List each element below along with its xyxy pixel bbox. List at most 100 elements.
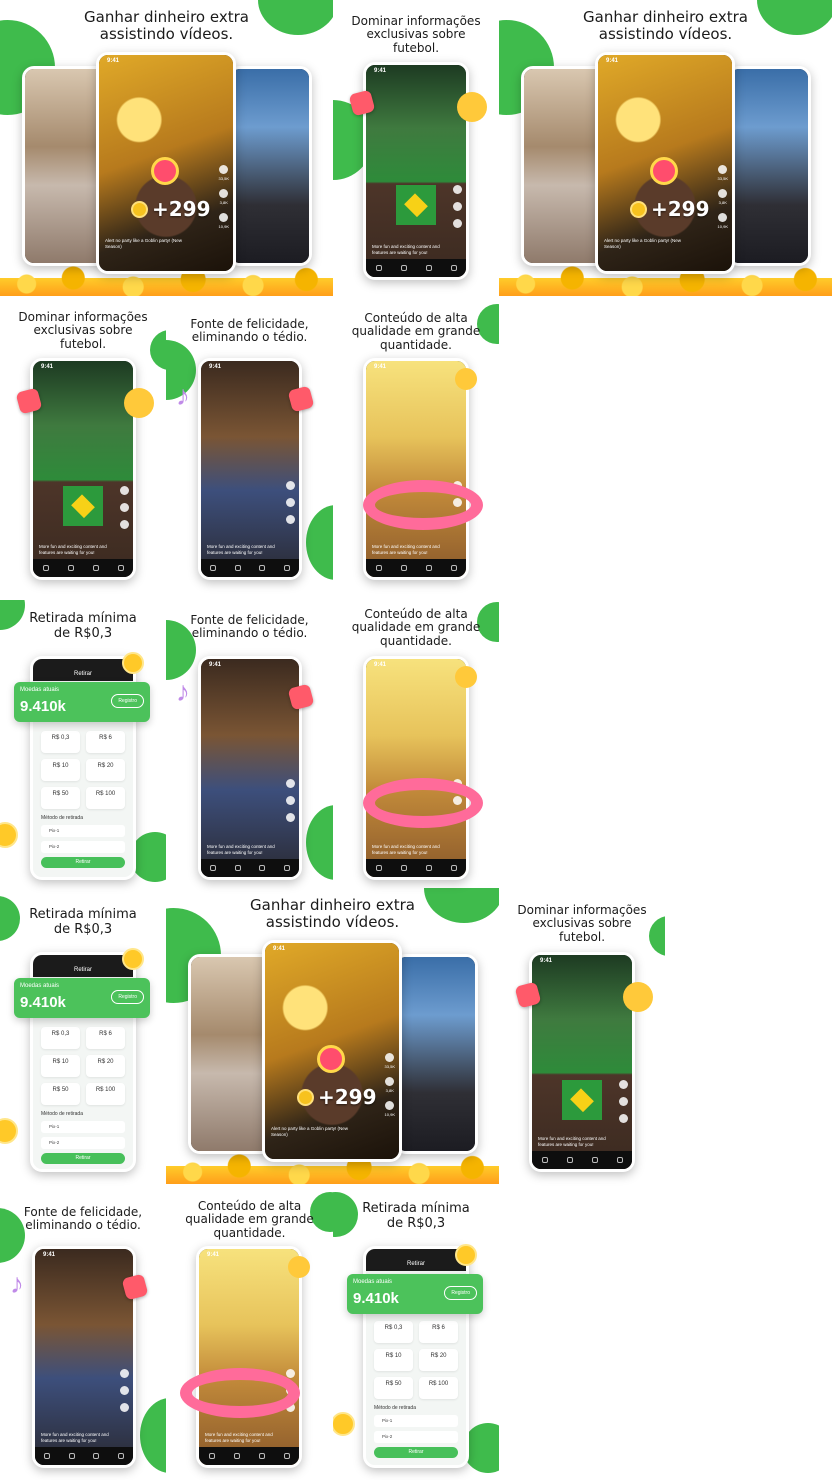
comment-icon[interactable] xyxy=(718,189,728,198)
amount-option[interactable]: R$ 20 xyxy=(86,759,125,781)
comment-icon[interactable] xyxy=(286,796,295,805)
comment-icon[interactable] xyxy=(619,1097,628,1106)
amount-option[interactable]: R$ 100 xyxy=(86,1083,125,1105)
like-icon[interactable] xyxy=(718,165,728,174)
nav-earn-icon[interactable] xyxy=(93,1453,100,1459)
comment-icon[interactable] xyxy=(120,503,129,512)
withdraw-button[interactable]: Retirar xyxy=(41,857,125,868)
side-actions xyxy=(286,779,295,822)
like-icon[interactable] xyxy=(385,1053,395,1062)
nav-mine-icon[interactable] xyxy=(450,565,457,571)
nav-mine-icon[interactable] xyxy=(616,1157,623,1163)
nav-recommend-icon[interactable] xyxy=(400,265,407,271)
amount-option[interactable]: R$ 50 xyxy=(41,787,80,809)
amount-option[interactable]: R$ 100 xyxy=(86,787,125,809)
method-option[interactable]: Pix-1 xyxy=(41,1121,125,1133)
nav-earn-icon[interactable] xyxy=(425,565,432,571)
method-option[interactable]: Pix-2 xyxy=(41,841,125,853)
share-icon[interactable] xyxy=(120,520,129,529)
like-icon[interactable] xyxy=(286,481,295,490)
amount-option[interactable]: R$ 6 xyxy=(86,1027,125,1049)
status-time: 9:41 xyxy=(374,364,387,370)
comment-icon[interactable] xyxy=(385,1077,395,1086)
amount-option[interactable]: R$ 20 xyxy=(419,1349,458,1371)
nav-video-icon[interactable] xyxy=(375,865,382,871)
amount-option[interactable]: R$ 10 xyxy=(41,759,80,781)
red-envelope-icon[interactable] xyxy=(317,1045,345,1073)
nav-mine-icon[interactable] xyxy=(117,565,124,571)
nav-recommend-icon[interactable] xyxy=(400,865,407,871)
nav-video-icon[interactable] xyxy=(210,565,217,571)
like-icon[interactable] xyxy=(286,779,295,788)
amount-option[interactable]: R$ 50 xyxy=(374,1377,413,1399)
share-icon[interactable] xyxy=(718,213,728,222)
record-button[interactable]: Registro xyxy=(444,1286,477,1300)
nav-earn-icon[interactable] xyxy=(92,565,99,571)
comment-icon[interactable] xyxy=(453,202,462,211)
nav-mine-icon[interactable] xyxy=(283,865,290,871)
nav-mine-icon[interactable] xyxy=(283,1453,290,1459)
amount-option[interactable]: R$ 6 xyxy=(86,731,125,753)
method-option[interactable]: Pix-1 xyxy=(374,1415,458,1427)
amount-option[interactable]: R$ 0,3 xyxy=(41,731,80,753)
nav-recommend-icon[interactable] xyxy=(233,1453,240,1459)
record-button[interactable]: Registro xyxy=(111,694,144,708)
nav-recommend-icon[interactable] xyxy=(67,565,74,571)
nav-earn-icon[interactable] xyxy=(258,1453,265,1459)
nav-mine-icon[interactable] xyxy=(283,565,290,571)
amount-option[interactable]: R$ 10 xyxy=(41,1055,80,1077)
nav-mine-icon[interactable] xyxy=(450,865,457,871)
nav-video-icon[interactable] xyxy=(375,565,382,571)
like-icon[interactable] xyxy=(120,486,129,495)
share-icon[interactable] xyxy=(385,1101,395,1110)
comment-icon[interactable] xyxy=(120,1386,129,1395)
nav-recommend-icon[interactable] xyxy=(68,1453,75,1459)
method-option[interactable]: Pix-1 xyxy=(41,825,125,837)
share-icon[interactable] xyxy=(619,1114,628,1123)
nav-recommend-icon[interactable] xyxy=(566,1157,573,1163)
red-envelope-icon[interactable] xyxy=(650,157,678,185)
nav-video-icon[interactable] xyxy=(210,865,217,871)
like-icon[interactable] xyxy=(286,1369,295,1378)
share-icon[interactable] xyxy=(120,1403,129,1412)
amount-option[interactable]: R$ 6 xyxy=(419,1321,458,1343)
nav-recommend-icon[interactable] xyxy=(234,565,241,571)
nav-mine-icon[interactable] xyxy=(117,1453,124,1459)
withdraw-button[interactable]: Retirar xyxy=(41,1153,125,1164)
like-icon[interactable] xyxy=(219,165,229,174)
method-option[interactable]: Pix-2 xyxy=(374,1431,458,1443)
withdraw-button[interactable]: Retirar xyxy=(374,1447,458,1458)
phone-guitar: 9:41 More fun and exciting content and f… xyxy=(32,1246,136,1468)
like-icon[interactable] xyxy=(120,1369,129,1378)
amount-option[interactable]: R$ 20 xyxy=(86,1055,125,1077)
amount-option[interactable]: R$ 10 xyxy=(374,1349,413,1371)
nav-recommend-icon[interactable] xyxy=(400,565,407,571)
red-envelope-icon[interactable] xyxy=(151,157,179,185)
nav-video-icon[interactable] xyxy=(541,1157,548,1163)
like-icon[interactable] xyxy=(619,1080,628,1089)
share-icon[interactable] xyxy=(453,219,462,228)
nav-recommend-icon[interactable] xyxy=(234,865,241,871)
amount-option[interactable]: R$ 100 xyxy=(419,1377,458,1399)
amount-option[interactable]: R$ 0,3 xyxy=(41,1027,80,1049)
share-icon[interactable] xyxy=(286,515,295,524)
method-option[interactable]: Pix-2 xyxy=(41,1137,125,1149)
amount-option[interactable]: R$ 0,3 xyxy=(374,1321,413,1343)
share-icon[interactable] xyxy=(219,213,229,222)
amount-option[interactable]: R$ 50 xyxy=(41,1083,80,1105)
comment-icon[interactable] xyxy=(286,498,295,507)
nav-video-icon[interactable] xyxy=(375,265,382,271)
nav-earn-icon[interactable] xyxy=(259,865,266,871)
share-icon[interactable] xyxy=(286,813,295,822)
comment-icon[interactable] xyxy=(219,189,229,198)
record-button[interactable]: Registro xyxy=(111,990,144,1004)
nav-mine-icon[interactable] xyxy=(450,265,457,271)
like-icon[interactable] xyxy=(453,185,462,194)
nav-earn-icon[interactable] xyxy=(591,1157,598,1163)
nav-video-icon[interactable] xyxy=(44,1453,51,1459)
nav-video-icon[interactable] xyxy=(208,1453,215,1459)
nav-earn-icon[interactable] xyxy=(259,565,266,571)
nav-earn-icon[interactable] xyxy=(425,865,432,871)
nav-earn-icon[interactable] xyxy=(425,265,432,271)
nav-video-icon[interactable] xyxy=(42,565,49,571)
